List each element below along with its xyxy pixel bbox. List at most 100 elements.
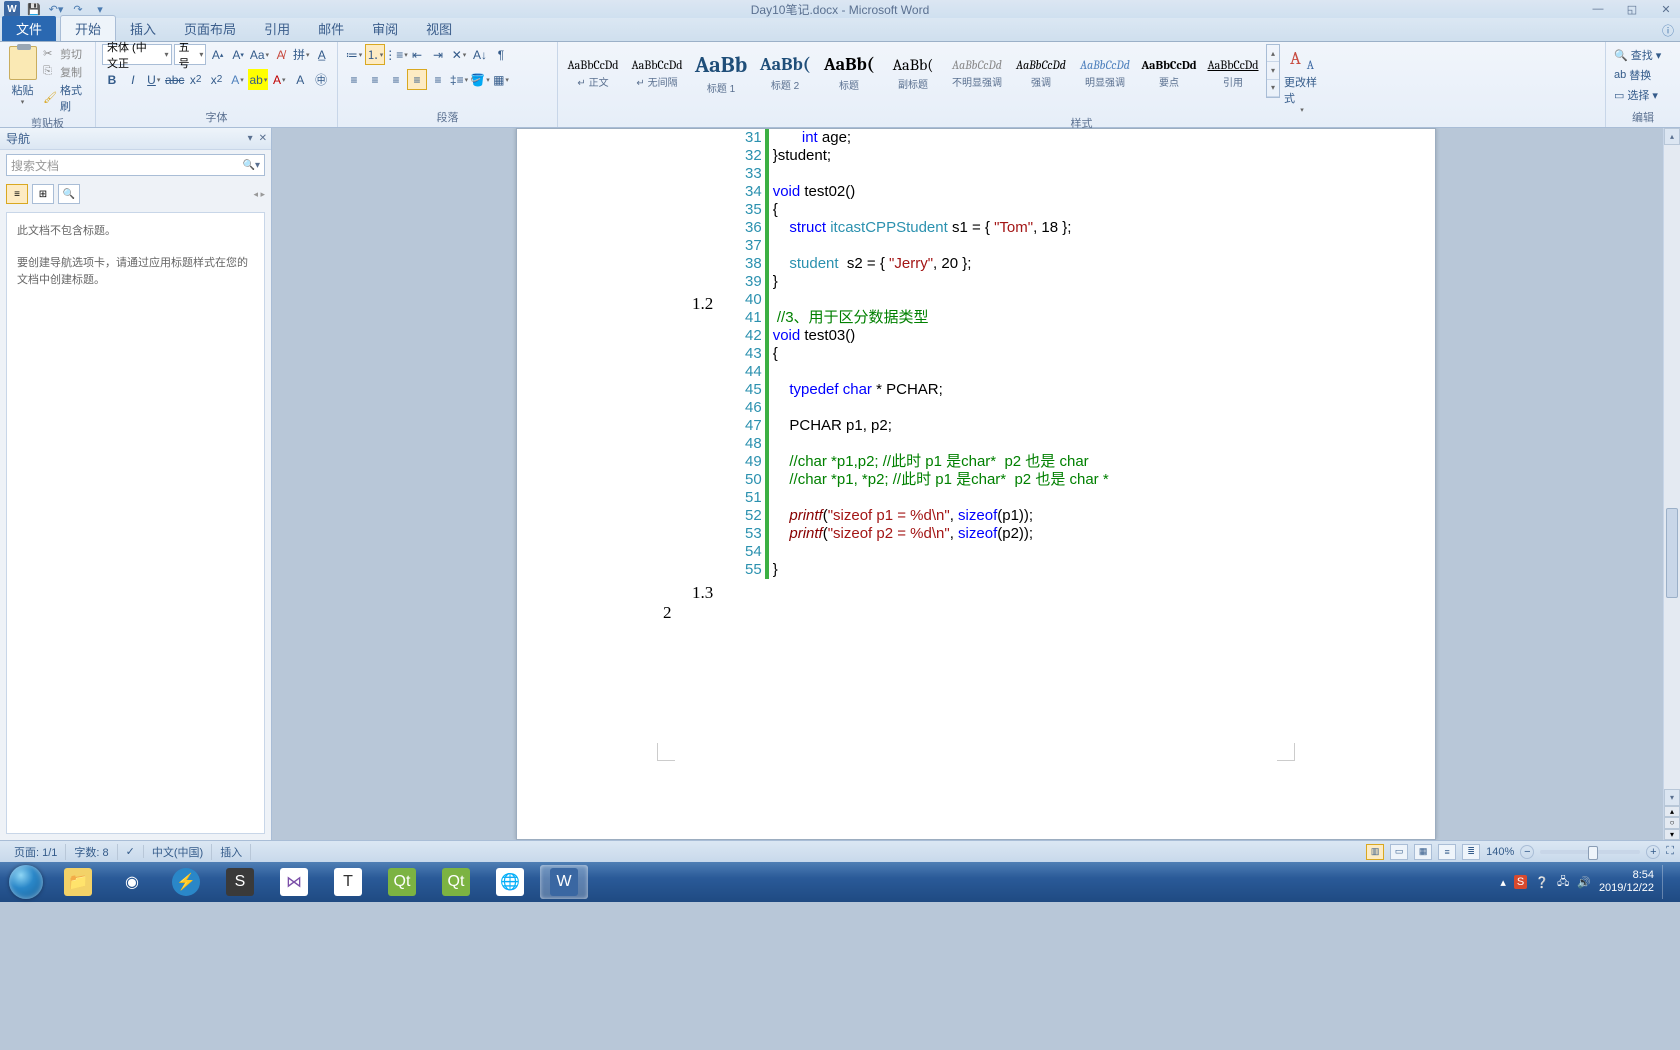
numbering-button[interactable]: ⒈ bbox=[365, 44, 385, 65]
styles-expand[interactable]: ▾ bbox=[1267, 80, 1279, 97]
sort-button[interactable]: A↓ bbox=[470, 44, 490, 65]
font-name-combo[interactable]: 宋体 (中文正 bbox=[102, 44, 172, 65]
text-effects-button[interactable]: A bbox=[228, 69, 248, 90]
copy-button[interactable]: ⎘复制 bbox=[43, 64, 89, 80]
tab-file[interactable]: 文件 bbox=[2, 16, 56, 41]
highlight-button[interactable]: ab bbox=[248, 69, 268, 90]
task-qt2[interactable]: Qt bbox=[432, 865, 480, 899]
clear-formatting-button[interactable]: A̸ bbox=[271, 44, 290, 65]
line-spacing-button[interactable]: ‡≡ bbox=[449, 69, 469, 90]
vertical-scrollbar[interactable]: ▴ ▾ ▴ ○ ▾ bbox=[1663, 128, 1680, 840]
style-item[interactable]: AaBbCcDd要点 bbox=[1140, 46, 1198, 100]
task-sublime[interactable]: S bbox=[216, 865, 264, 899]
nav-tab-pages[interactable]: ⊞ bbox=[32, 184, 54, 204]
grow-font-button[interactable]: A▴ bbox=[208, 44, 227, 65]
tab-home[interactable]: 开始 bbox=[60, 15, 116, 41]
nav-close-icon[interactable]: ✕ bbox=[259, 133, 267, 144]
zoom-out-button[interactable]: − bbox=[1520, 845, 1534, 859]
task-visualstudio[interactable]: ⋈ bbox=[270, 865, 318, 899]
change-styles-button[interactable]: 更改样式 ▾ bbox=[1284, 44, 1320, 114]
browse-select[interactable]: ○ bbox=[1664, 817, 1680, 828]
scroll-down-button[interactable]: ▾ bbox=[1664, 789, 1680, 806]
zoom-slider[interactable] bbox=[1540, 850, 1640, 854]
view-web-layout[interactable]: ▦ bbox=[1414, 844, 1432, 860]
styles-scroll-down[interactable]: ▾ bbox=[1267, 62, 1279, 79]
minimize-button[interactable]: — bbox=[1588, 2, 1608, 16]
close-button[interactable]: ✕ bbox=[1656, 2, 1676, 16]
multilevel-list-button[interactable]: ⋮≡ bbox=[386, 44, 406, 65]
show-marks-button[interactable]: ¶ bbox=[491, 44, 511, 65]
view-draft[interactable]: ≣ bbox=[1462, 844, 1480, 860]
bullets-button[interactable]: ≔ bbox=[344, 44, 364, 65]
style-item[interactable]: AaBbCcDd不明显强调 bbox=[948, 46, 1006, 100]
task-qt1[interactable]: Qt bbox=[378, 865, 426, 899]
style-item[interactable]: AaBbCcDd↵ 正文 bbox=[564, 46, 622, 100]
status-words[interactable]: 字数: 8 bbox=[66, 844, 117, 860]
distribute-button[interactable]: ≡ bbox=[428, 69, 448, 90]
help-icon[interactable]: ⓘ bbox=[1662, 22, 1674, 39]
subscript-button[interactable]: x2 bbox=[186, 69, 206, 90]
nav-dropdown-icon[interactable]: ▾ bbox=[248, 133, 253, 144]
cut-button[interactable]: ✂剪切 bbox=[43, 46, 89, 62]
tab-mailings[interactable]: 邮件 bbox=[304, 16, 358, 41]
style-item[interactable]: AaBbCcDd↵ 无间隔 bbox=[628, 46, 686, 100]
task-word[interactable]: W bbox=[540, 865, 588, 899]
styles-gallery[interactable]: AaBbCcDd↵ 正文AaBbCcDd↵ 无间隔AaBb标题 1AaBb(标题… bbox=[564, 44, 1262, 100]
task-app1[interactable]: 🌐 bbox=[486, 865, 534, 899]
task-explorer[interactable]: 📁 bbox=[54, 865, 102, 899]
scroll-up-button[interactable]: ▴ bbox=[1664, 128, 1680, 145]
style-item[interactable]: AaBbCcDd引用 bbox=[1204, 46, 1262, 100]
select-button[interactable]: ▭选择 ▾ bbox=[1612, 86, 1674, 104]
justify-button[interactable]: ≡ bbox=[407, 69, 427, 90]
tray-volume-icon[interactable]: 🔊 bbox=[1577, 876, 1591, 889]
tray-clock[interactable]: 8:54 2019/12/22 bbox=[1599, 869, 1654, 895]
zoom-in-button[interactable]: + bbox=[1646, 845, 1660, 859]
style-item[interactable]: AaBb(标题 bbox=[820, 46, 878, 100]
borders-button[interactable]: ▦ bbox=[491, 69, 511, 90]
status-page[interactable]: 页面: 1/1 bbox=[6, 844, 66, 860]
nav-tab-headings[interactable]: ≡ bbox=[6, 184, 28, 204]
tray-ime-icon[interactable]: S bbox=[1514, 875, 1527, 889]
status-language[interactable]: 中文(中国) bbox=[144, 844, 212, 860]
underline-button[interactable]: U bbox=[144, 69, 164, 90]
style-item[interactable]: AaBbCcDd强调 bbox=[1012, 46, 1070, 100]
styles-scroll-up[interactable]: ▴ bbox=[1267, 45, 1279, 62]
shading-button[interactable]: 🪣 bbox=[470, 69, 490, 90]
nav-tab-arrows[interactable]: ◂ ▸ bbox=[253, 189, 265, 200]
align-right-button[interactable]: ≡ bbox=[386, 69, 406, 90]
character-shading-button[interactable]: A bbox=[290, 69, 310, 90]
character-border-button[interactable]: A̲ bbox=[312, 44, 331, 65]
task-notepad[interactable]: T bbox=[324, 865, 372, 899]
task-thunder[interactable]: ⚡ bbox=[162, 865, 210, 899]
change-case-button[interactable]: Aa bbox=[249, 44, 269, 65]
find-button[interactable]: 🔍查找 ▾ bbox=[1612, 46, 1674, 64]
tab-layout[interactable]: 页面布局 bbox=[170, 16, 250, 41]
browse-prev[interactable]: ▴ bbox=[1664, 806, 1680, 817]
format-painter-button[interactable]: 🖌格式刷 bbox=[43, 82, 89, 114]
tab-references[interactable]: 引用 bbox=[250, 16, 304, 41]
document-page[interactable]: 1.2 1.3 2 313233343536373839404142434445… bbox=[516, 128, 1436, 840]
italic-button[interactable]: I bbox=[123, 69, 143, 90]
nav-tab-results[interactable]: 🔍 bbox=[58, 184, 80, 204]
nav-search-input[interactable]: 搜索文档 bbox=[6, 154, 265, 176]
status-mode[interactable]: 插入 bbox=[212, 844, 251, 860]
strikethrough-button[interactable]: abc bbox=[165, 69, 185, 90]
save-icon[interactable]: 💾 bbox=[26, 1, 42, 17]
bold-button[interactable]: B bbox=[102, 69, 122, 90]
tray-network-icon[interactable]: 🖧 bbox=[1557, 873, 1569, 892]
enclose-characters-button[interactable]: ㊥ bbox=[311, 69, 331, 90]
zoom-fit-button[interactable]: ⛶ bbox=[1666, 845, 1674, 858]
tab-view[interactable]: 视图 bbox=[412, 16, 466, 41]
shrink-font-button[interactable]: A▾ bbox=[229, 44, 248, 65]
status-spellcheck-icon[interactable]: ✓ bbox=[118, 845, 144, 858]
zoom-level[interactable]: 140% bbox=[1486, 846, 1514, 858]
style-item[interactable]: AaBbCcDd明显强调 bbox=[1076, 46, 1134, 100]
show-desktop-button[interactable] bbox=[1662, 865, 1670, 899]
view-outline[interactable]: ≡ bbox=[1438, 844, 1456, 860]
decrease-indent-button[interactable]: ⇤ bbox=[407, 44, 427, 65]
start-button[interactable] bbox=[4, 864, 48, 900]
align-center-button[interactable]: ≡ bbox=[365, 69, 385, 90]
replace-button[interactable]: ab替换 bbox=[1612, 66, 1674, 84]
style-item[interactable]: AaBb(标题 2 bbox=[756, 46, 814, 100]
font-color-button[interactable]: A bbox=[269, 69, 289, 90]
